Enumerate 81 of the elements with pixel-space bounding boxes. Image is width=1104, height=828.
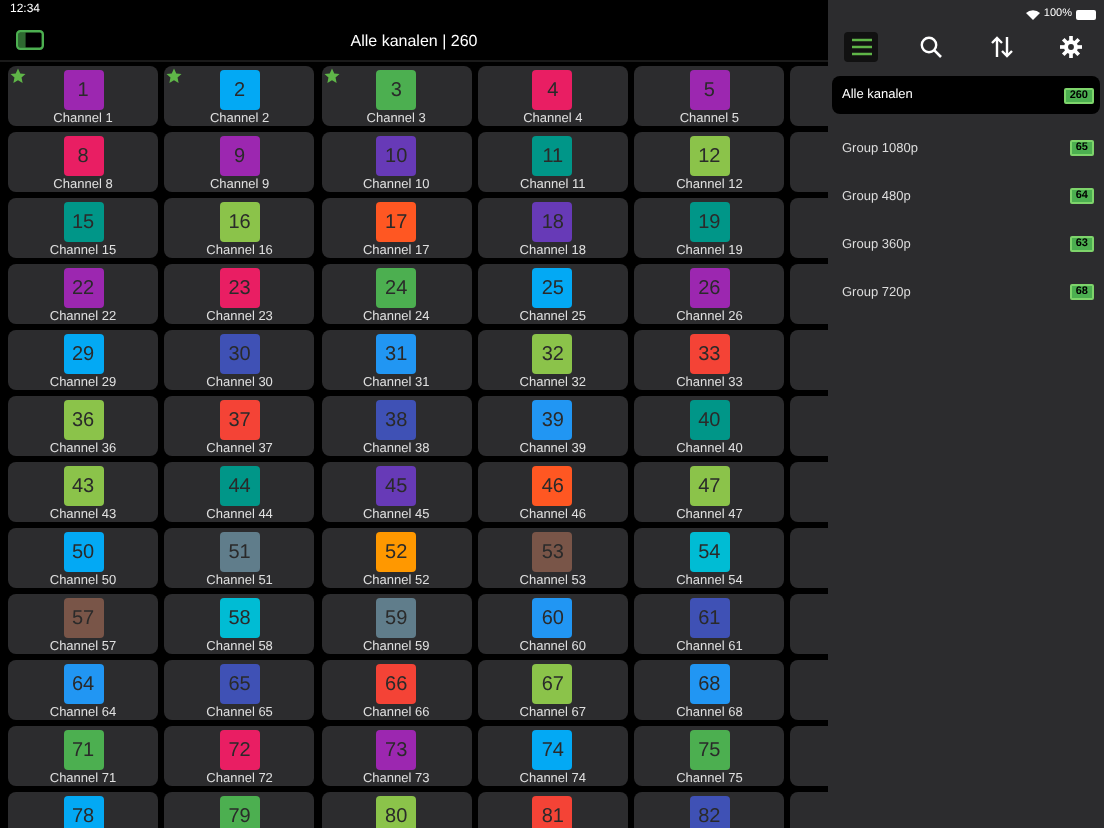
channel-tile[interactable] [790, 132, 828, 192]
wifi-icon [1025, 9, 1040, 19]
channel-number: 8 [63, 136, 103, 176]
channel-number: 67 [532, 664, 573, 704]
channel-number: 17 [376, 202, 417, 242]
channel-tile[interactable] [790, 198, 828, 258]
channel-number: 81 [532, 796, 573, 828]
channel-tile[interactable]: 78 [8, 792, 158, 828]
channel-number: 58 [219, 598, 260, 638]
channel-number: 54 [689, 532, 730, 572]
channel-number: 4 [532, 70, 573, 110]
channel-number: 61 [689, 598, 730, 638]
channel-number: 2 [219, 70, 260, 110]
channel-number: 47 [689, 466, 730, 506]
channel-number: 26 [689, 268, 730, 308]
channel-number: 79 [219, 796, 260, 828]
channel-number: 3 [376, 70, 417, 110]
channel-number: 1 [63, 70, 103, 110]
sidebar-toggle-icon[interactable] [16, 30, 44, 50]
channel-number: 38 [376, 400, 417, 440]
channel-number: 36 [63, 400, 103, 440]
channel-number: 60 [532, 598, 573, 638]
battery-icon [1076, 9, 1096, 19]
channel-number: 44 [219, 466, 260, 506]
channel-number: 80 [376, 796, 417, 828]
channel-tile[interactable] [790, 264, 828, 324]
channel-number: 66 [376, 664, 417, 704]
channel-number: 51 [219, 532, 260, 572]
channel-number: 53 [532, 532, 573, 572]
channel-tile[interactable] [790, 528, 828, 588]
channel-tile[interactable]: 79 [164, 792, 315, 828]
channel-tile[interactable]: 80 [321, 792, 472, 828]
channel-number: 65 [219, 664, 260, 704]
channel-number: 33 [689, 334, 730, 374]
channel-tile[interactable] [790, 330, 828, 390]
channel-number: 16 [219, 202, 260, 242]
channel-number: 71 [63, 730, 103, 770]
channel-number: 39 [532, 400, 573, 440]
channel-number: 68 [689, 664, 730, 704]
channel-number: 24 [376, 268, 417, 308]
channel-number: 43 [63, 466, 103, 506]
channel-tile[interactable] [790, 396, 828, 456]
channel-number: 11 [532, 136, 573, 176]
channel-number: 30 [219, 334, 260, 374]
channel-number: 57 [63, 598, 103, 638]
channel-number: 37 [219, 400, 260, 440]
channel-tile[interactable] [790, 594, 828, 654]
channel-number: 50 [63, 532, 103, 572]
channel-number: 82 [689, 796, 730, 828]
channel-number: 59 [376, 598, 417, 638]
channel-number: 45 [376, 466, 417, 506]
settings-icon[interactable] [1054, 31, 1088, 61]
channel-number: 19 [689, 202, 730, 242]
channel-tile[interactable]: 81 [477, 792, 628, 828]
channel-number: 23 [219, 268, 260, 308]
channel-number: 18 [532, 202, 573, 242]
channel-number: 52 [376, 532, 417, 572]
channel-number: 64 [63, 664, 103, 704]
channel-number: 73 [376, 730, 417, 770]
channel-number: 12 [689, 136, 730, 176]
menu-icon[interactable] [844, 31, 878, 61]
channel-number: 9 [219, 136, 260, 176]
channel-number: 22 [63, 268, 103, 308]
channel-number: 10 [376, 136, 417, 176]
channel-tile[interactable] [790, 660, 828, 720]
channel-tile[interactable] [790, 66, 828, 126]
channel-number: 25 [532, 268, 573, 308]
channel-number: 40 [689, 400, 730, 440]
screen-title: Alle kanalen | 260 [350, 31, 478, 49]
channel-number: 15 [63, 202, 103, 242]
channel-number: 5 [689, 70, 730, 110]
channel-number: 72 [219, 730, 260, 770]
channel-number: 46 [532, 466, 573, 506]
channel-tile[interactable] [790, 462, 828, 522]
channel-number: 75 [689, 730, 730, 770]
channel-number: 31 [376, 334, 417, 374]
channel-number: 32 [532, 334, 573, 374]
channel-number: 74 [532, 730, 573, 770]
channel-tile[interactable] [790, 726, 828, 786]
channel-number: 78 [63, 796, 103, 828]
channel-number: 29 [63, 334, 103, 374]
